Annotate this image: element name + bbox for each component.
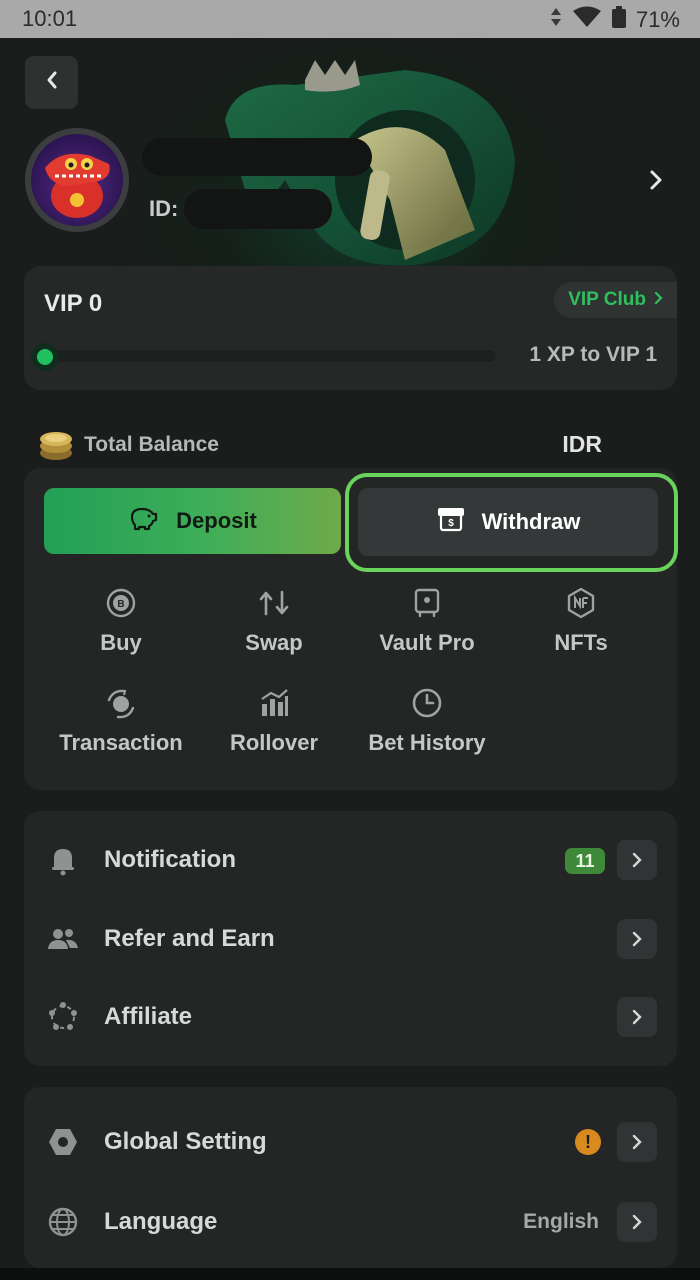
chevron-right-icon	[654, 289, 663, 311]
warning-alert-icon: !	[575, 1129, 601, 1155]
data-arrows-icon	[550, 7, 562, 33]
user-id-redacted	[184, 189, 332, 229]
shortcut-label: Swap	[245, 630, 303, 655]
menu-row-language[interactable]: Language English	[24, 1192, 677, 1252]
vip-progress-indicator	[31, 343, 59, 371]
shortcut-label: Transaction	[59, 730, 183, 755]
menu-label: Global Setting	[104, 1128, 267, 1155]
status-bar: 10:01 71%	[0, 0, 700, 38]
shortcut-bet-history[interactable]: Bet History	[350, 686, 504, 756]
bitcoin-coin-icon: B	[104, 586, 138, 620]
menu-row-refer-and-earn[interactable]: Refer and Earn	[24, 909, 677, 969]
shortcut-label: Bet History	[368, 730, 486, 755]
vip-level: VIP 0	[44, 290, 103, 317]
nft-icon	[564, 586, 598, 620]
vip-club-label: VIP Club	[568, 289, 646, 310]
menu-card-account: Notification 11 Refer and Earn Affiliate	[24, 811, 677, 1066]
withdraw-button[interactable]: $ Withdraw	[358, 488, 658, 556]
menu-row-affiliate[interactable]: Affiliate	[24, 987, 677, 1047]
system-nav-bar	[0, 1268, 700, 1280]
users-icon	[46, 922, 80, 956]
chevron-left-icon	[45, 70, 59, 95]
cash-withdraw-icon: $	[436, 506, 466, 538]
balance-row: Total Balance IDR	[38, 426, 658, 462]
shortcut-label: Buy	[100, 630, 142, 655]
chevron-right-icon[interactable]	[617, 1122, 657, 1162]
bell-icon	[46, 843, 80, 877]
total-balance-label: Total Balance	[84, 433, 219, 456]
shortcut-label: Vault Pro	[379, 630, 475, 655]
menu-row-global-setting[interactable]: Global Setting !	[24, 1112, 677, 1172]
wifi-icon	[572, 6, 602, 34]
shortcut-rollover[interactable]: Rollover	[197, 686, 351, 756]
shortcut-swap[interactable]: Swap	[197, 586, 351, 656]
chevron-right-icon[interactable]	[617, 840, 657, 880]
coin-stack-icon	[38, 426, 74, 462]
vip-xp-text: 1 XP to VIP 1	[529, 343, 657, 366]
svg-text:$: $	[448, 518, 454, 529]
shortcut-buy[interactable]: B Buy	[44, 586, 198, 656]
dragon-mascot-icon	[45, 153, 110, 218]
username-redacted	[142, 138, 372, 176]
bar-chart-icon	[257, 686, 291, 720]
withdraw-label: Withdraw	[481, 509, 581, 534]
menu-row-notification[interactable]: Notification 11	[24, 830, 677, 890]
deposit-label: Deposit	[176, 508, 257, 533]
swap-arrows-icon	[257, 586, 291, 620]
back-button[interactable]	[25, 56, 78, 109]
battery-icon	[611, 6, 626, 34]
balance-currency[interactable]: IDR	[562, 431, 602, 458]
chevron-right-icon[interactable]	[617, 919, 657, 959]
menu-label: Affiliate	[104, 1003, 193, 1030]
profile-chevron-right-icon[interactable]	[648, 168, 664, 197]
shortcut-label: Rollover	[229, 730, 319, 755]
vip-card: VIP 0 VIP Club 1 XP to VIP 1	[24, 266, 677, 390]
affiliate-network-icon	[46, 1000, 80, 1034]
menu-label: Language	[104, 1208, 218, 1235]
vip-club-button[interactable]: VIP Club	[554, 282, 677, 318]
vault-icon	[410, 586, 444, 620]
deposit-button[interactable]: Deposit	[44, 488, 341, 554]
svg-text:B: B	[117, 599, 124, 610]
chevron-right-icon[interactable]	[617, 1202, 657, 1242]
shortcut-transaction[interactable]: Transaction	[44, 686, 198, 756]
menu-card-settings: Global Setting ! Language English	[24, 1087, 677, 1268]
shortcut-label: NFTs	[554, 630, 608, 655]
menu-label: Notification	[104, 846, 236, 873]
menu-label: Refer and Earn	[104, 925, 275, 952]
chevron-right-icon[interactable]	[617, 997, 657, 1037]
avatar[interactable]	[25, 128, 129, 232]
globe-icon	[46, 1205, 80, 1239]
settings-hexagon-icon	[46, 1125, 80, 1159]
user-id-label: ID:	[149, 196, 179, 221]
clock-icon	[410, 686, 444, 720]
battery-percent: 71%	[635, 7, 680, 32]
shortcut-nfts[interactable]: NFTs	[504, 586, 658, 656]
notification-count-badge: 11	[565, 848, 605, 874]
transaction-icon	[104, 686, 138, 720]
shortcut-vault-pro[interactable]: Vault Pro	[350, 586, 504, 656]
language-value: English	[523, 1210, 599, 1233]
status-time: 10:01	[22, 6, 78, 31]
vip-progress-bar	[44, 350, 496, 362]
piggy-bank-icon	[128, 505, 158, 537]
